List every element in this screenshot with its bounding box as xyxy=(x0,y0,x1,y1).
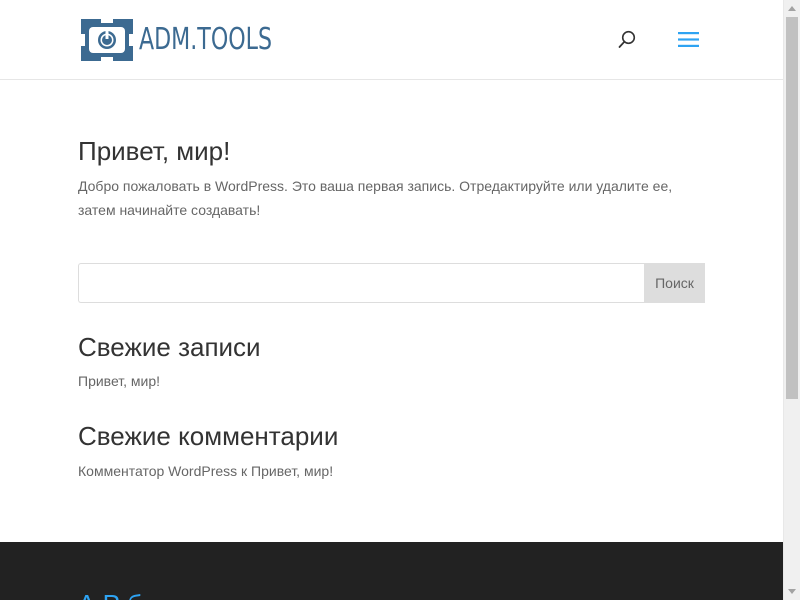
chevron-up-icon xyxy=(788,6,796,11)
recent-post-link[interactable]: Привет, мир! xyxy=(78,371,160,391)
recent-comment-item: Комментатор WordPress к Привет, мир! xyxy=(78,461,333,481)
search-icon xyxy=(618,30,636,48)
page: ADM.TOOLS Привет, мир! Добро пожаловать … xyxy=(0,0,783,600)
recent-posts-title: Свежие записи xyxy=(78,332,261,362)
footer-widget-title: А Р б xyxy=(78,588,142,600)
search-input[interactable] xyxy=(78,263,644,303)
vertical-scrollbar[interactable] xyxy=(783,0,800,600)
site-logo-link[interactable]: ADM.TOOLS xyxy=(81,18,301,61)
post-excerpt: Добро пожаловать в WordPress. Это ваша п… xyxy=(78,178,673,218)
post-title-link[interactable]: Привет, мир! xyxy=(78,135,230,167)
site-footer: А Р б xyxy=(0,542,783,600)
scroll-up-arrow[interactable] xyxy=(784,0,800,17)
scrollbar-thumb[interactable] xyxy=(786,17,798,399)
comment-author: Комментатор WordPress xyxy=(78,463,238,479)
comment-post-link[interactable]: Привет, мир! xyxy=(251,463,333,479)
hamburger-menu-icon xyxy=(678,32,699,47)
site-logo-text: ADM.TOOLS xyxy=(139,21,273,57)
browser-viewport: ADM.TOOLS Привет, мир! Добро пожаловать … xyxy=(0,0,800,600)
gear-logo-icon xyxy=(81,18,133,61)
search-submit-button[interactable]: Поиск xyxy=(644,263,705,303)
menu-toggle-button[interactable] xyxy=(677,30,700,49)
search-toggle-button[interactable] xyxy=(617,30,637,50)
recent-comments-title: Свежие комментарии xyxy=(78,421,339,451)
site-header: ADM.TOOLS xyxy=(0,0,783,80)
search-form: Поиск xyxy=(78,263,705,303)
comment-connector: к xyxy=(237,463,252,479)
chevron-down-icon xyxy=(788,589,796,594)
scroll-down-arrow[interactable] xyxy=(784,583,800,600)
